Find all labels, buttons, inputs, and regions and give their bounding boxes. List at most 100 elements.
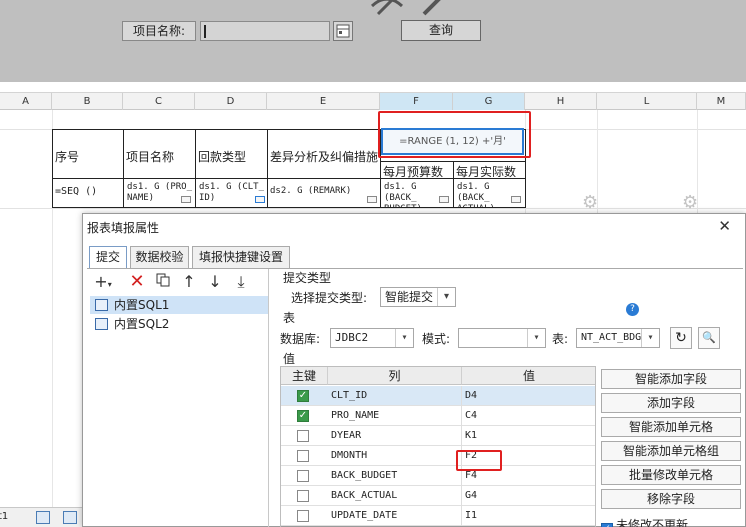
cell-monthly-budget[interactable]: ds1. G (BACK_ BUDGET) <box>380 178 454 208</box>
sheet-layout-icon[interactable] <box>63 511 77 524</box>
dialog-title: 报表填报属性 <box>87 221 160 235</box>
submission-item[interactable]: 内置SQL1 <box>90 296 268 314</box>
move-bottom-icon[interactable]: ⤓ <box>230 271 252 293</box>
cell-payment-type[interactable]: ds1. G (CLT_ ID) <box>195 178 268 208</box>
refresh-icon[interactable]: ↻ <box>670 327 692 349</box>
update-only-modified-checkbox[interactable]: ✓未修改不更新 <box>601 516 688 527</box>
cell-payment-type-header[interactable]: 回款类型 <box>195 129 268 179</box>
tab-submit[interactable]: 提交 <box>89 246 127 269</box>
cell-variance-header[interactable]: 差异分析及纠偏措施 <box>267 129 381 179</box>
move-down-icon[interactable]: ↓ <box>204 271 226 293</box>
schema-select[interactable]: ▾ <box>458 328 546 348</box>
batch-modify-cells-button[interactable]: 批量修改单元格 <box>601 465 741 485</box>
schema-label: 模式: <box>422 332 451 346</box>
cell-monthly-actual-header[interactable]: 每月实际数 <box>453 161 526 179</box>
column-header[interactable]: C <box>123 93 195 110</box>
smart-add-field-button[interactable]: 智能添加字段 <box>601 369 741 389</box>
chevron-down-icon: ▾ <box>527 329 545 347</box>
highlight-box-formula <box>378 111 531 158</box>
cell-seq-header[interactable]: 序号 <box>52 129 124 179</box>
table-row[interactable]: ✓ CLT_ID D4 <box>281 386 595 406</box>
select-submit-type-label: 选择提交类型: <box>291 291 368 305</box>
copy-icon[interactable] <box>152 271 174 293</box>
text-caret <box>204 25 206 38</box>
column-header[interactable]: B <box>52 93 123 110</box>
database-label: 数据库: <box>280 332 321 346</box>
table-row[interactable]: ✓ PRO_NAME C4 <box>281 406 595 426</box>
add-icon[interactable]: +▾ <box>92 271 114 293</box>
preview-icon[interactable]: 🔍 <box>698 327 720 349</box>
cell-monthly-actual[interactable]: ds1. G (BACK_ ACTUAL) <box>453 178 526 208</box>
primary-key-checkbox[interactable] <box>297 430 309 442</box>
column-header-key[interactable]: 主键 <box>281 367 328 385</box>
column-header[interactable]: L <box>597 93 697 110</box>
add-sheet-icon[interactable] <box>36 511 50 524</box>
primary-key-checkbox[interactable] <box>297 450 309 462</box>
database-select[interactable]: JDBC2 ▾ <box>330 328 414 348</box>
cell-marker-icon <box>439 196 449 203</box>
primary-key-checkbox[interactable]: ✓ <box>297 390 309 402</box>
tab-shortcut-settings[interactable]: 填报快捷键设置 <box>192 246 290 268</box>
smart-add-cell-group-button[interactable]: 智能添加单元格组 <box>601 441 741 461</box>
column-header[interactable]: F <box>380 93 453 110</box>
close-icon[interactable]: ✕ <box>718 217 731 235</box>
column-header[interactable]: M <box>697 93 746 110</box>
primary-key-checkbox[interactable] <box>297 470 309 482</box>
primary-key-checkbox[interactable] <box>297 510 309 522</box>
remove-field-button[interactable]: 移除字段 <box>601 489 741 509</box>
submit-type-select[interactable]: 智能提交 ▾ <box>380 287 456 307</box>
column-header-value[interactable]: 值 <box>462 367 595 385</box>
cell-marker-icon <box>255 196 265 203</box>
submission-item[interactable]: 内置SQL2 <box>90 315 268 333</box>
pencil-icon <box>420 0 446 22</box>
table-row[interactable]: DYEAR K1 <box>281 426 595 446</box>
checkbox-checked-icon: ✓ <box>601 523 613 527</box>
primary-key-checkbox[interactable] <box>297 490 309 502</box>
cell-seq[interactable]: =SEQ () <box>52 178 124 208</box>
column-header[interactable]: E <box>267 93 380 110</box>
chevron-down-icon: ▾ <box>395 329 413 347</box>
tab-data-validation[interactable]: 数据校验 <box>130 246 189 268</box>
table-select[interactable]: NT_ACT_BDG ▾ <box>576 328 660 348</box>
table-row[interactable]: BACK_BUDGET F4 <box>281 466 595 486</box>
cell-variance[interactable]: ds2. G (REMARK) <box>267 178 381 208</box>
query-button[interactable]: 查询 <box>401 20 481 41</box>
table-row[interactable]: DMONTH F2 <box>281 446 595 466</box>
picker-icon[interactable] <box>333 21 353 41</box>
table-section-label: 表 <box>283 311 296 325</box>
column-header[interactable]: H <box>525 93 597 110</box>
column-header[interactable]: D <box>195 93 267 110</box>
project-name-input[interactable] <box>200 21 330 41</box>
parameter-panel: 项目名称: 查询 <box>0 0 746 82</box>
cell-project-name[interactable]: ds1. G (PRO_ NAME) <box>123 178 196 208</box>
column-headers: A B C D E F G H L M <box>0 92 746 110</box>
report-fill-properties-dialog: 报表填报属性 ✕ 提交 数据校验 填报快捷键设置 +▾ ✕ ↑ ↓ ⤓ 内置SQ… <box>82 213 746 527</box>
table-row[interactable]: UPDATE_DATE I1 <box>281 506 595 526</box>
field-mapping-table: 主键 列 值 ✓ CLT_ID D4 ✓ PRO_NAME C4 DYEAR K… <box>280 366 596 527</box>
sheet-tab-bar: t1 <box>0 507 82 527</box>
cell-marker-icon <box>181 196 191 203</box>
gear-icon: ⚙ <box>682 192 699 213</box>
column-header-column[interactable]: 列 <box>328 367 462 385</box>
smart-add-cell-button[interactable]: 智能添加单元格 <box>601 417 741 437</box>
submission-list-pane: +▾ ✕ ↑ ↓ ⤓ 内置SQL1 内置SQL2 <box>88 269 269 527</box>
help-icon[interactable]: ? <box>626 303 639 316</box>
move-up-icon[interactable]: ↑ <box>178 271 200 293</box>
gear-icon: ⚙ <box>582 192 599 213</box>
column-header[interactable]: A <box>0 93 52 110</box>
table-row[interactable]: BACK_ACTUAL G4 <box>281 486 595 506</box>
add-field-button[interactable]: 添加字段 <box>601 393 741 413</box>
cell-project-name-header[interactable]: 项目名称 <box>123 129 196 179</box>
column-header[interactable]: G <box>453 93 525 110</box>
primary-key-checkbox[interactable]: ✓ <box>297 410 309 422</box>
chevron-down-icon: ▾ <box>641 329 659 347</box>
sheet-tab[interactable]: t1 <box>0 511 8 522</box>
highlight-box-dmonth-value <box>456 450 502 471</box>
delete-icon[interactable]: ✕ <box>126 271 148 293</box>
cell-monthly-budget-header[interactable]: 每月预算数 <box>380 161 454 179</box>
submission-settings-pane: 提交类型 选择提交类型: 智能提交 ▾ 表 数据库: JDBC2 ▾ 模式: ▾… <box>277 269 745 527</box>
database-icon <box>95 318 108 330</box>
cell-marker-icon <box>367 196 377 203</box>
database-icon <box>95 299 108 311</box>
value-section-label: 值 <box>283 352 296 366</box>
